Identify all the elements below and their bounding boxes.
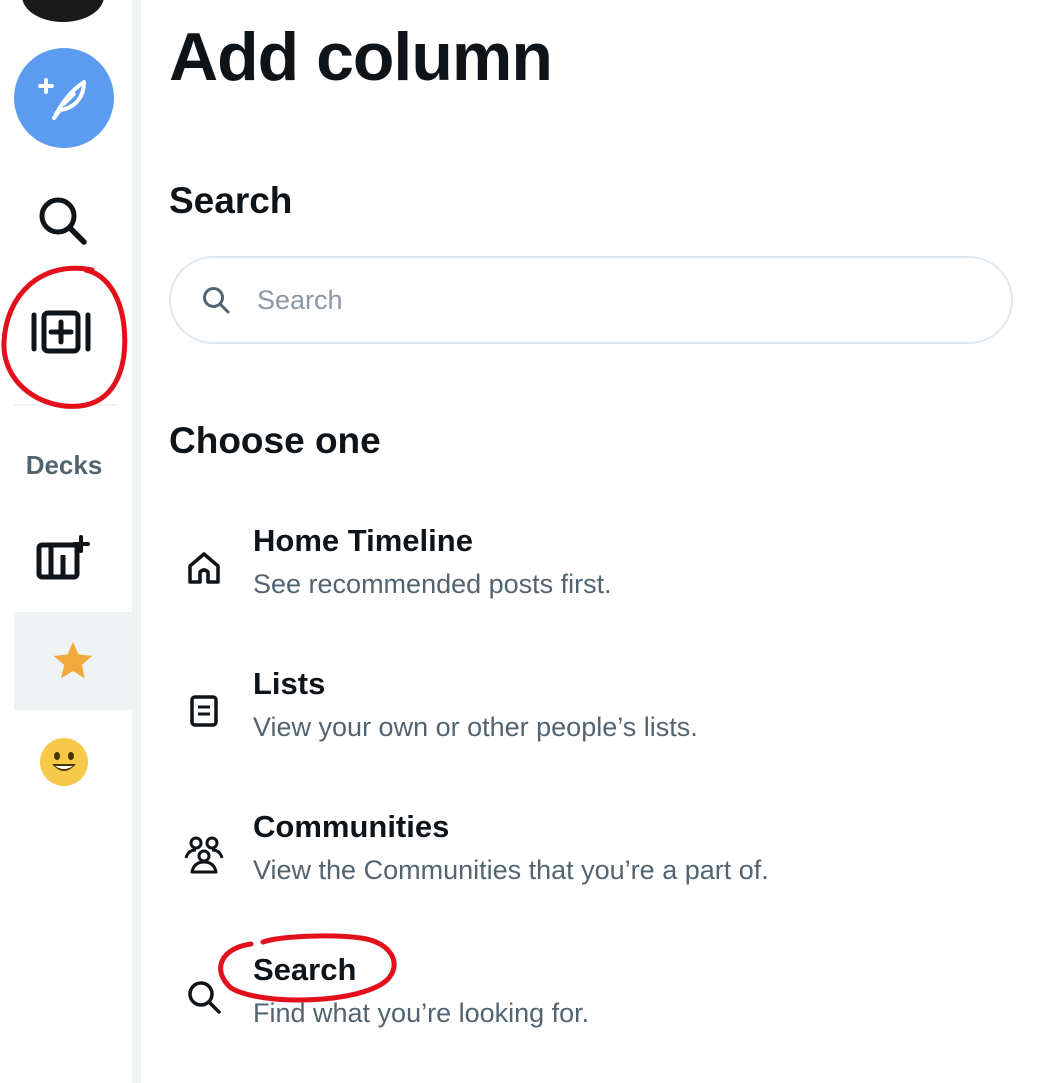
communities-icon xyxy=(181,831,227,877)
rail-add-column-button[interactable] xyxy=(26,300,100,364)
rail-search-button[interactable] xyxy=(30,188,94,252)
decks-label: Decks xyxy=(25,450,103,480)
page-title: Add column xyxy=(169,19,553,95)
search-icon xyxy=(39,197,87,245)
add-column-panel: Add column Search Choose one Home Timeli… xyxy=(141,0,1044,1083)
smiley-icon xyxy=(42,740,86,784)
home-icon xyxy=(181,545,227,591)
option-description: View the Communities that you’re a part … xyxy=(253,855,769,885)
feather-plus-icon xyxy=(38,78,86,120)
option-description: Find what you’re looking for. xyxy=(253,998,590,1028)
choose-one-title: Choose one xyxy=(169,420,381,461)
rail-border xyxy=(132,0,141,1083)
option-description: View your own or other people’s lists. xyxy=(253,712,698,742)
avatar[interactable] xyxy=(22,0,104,22)
star-icon xyxy=(53,641,93,679)
search-section-title: Search xyxy=(169,180,293,221)
search-input[interactable] xyxy=(257,284,957,316)
search-field[interactable] xyxy=(169,256,1013,344)
option-title: Home Timeline xyxy=(253,523,473,558)
app-frame: Decks Add column Search Search Choose on… xyxy=(0,0,1044,1083)
list-icon xyxy=(181,688,227,734)
option-lists[interactable]: Lists View your own or other people’s li… xyxy=(169,666,1019,776)
option-title: Search xyxy=(253,952,357,987)
option-home-timeline[interactable]: Home Timeline See recommended posts firs… xyxy=(169,523,1019,633)
option-title: Communities xyxy=(253,809,450,844)
search-icon xyxy=(181,974,227,1020)
option-search[interactable]: Search Find what you’re looking for. xyxy=(169,952,1019,1062)
favorite-deck-item[interactable] xyxy=(14,612,132,710)
option-communities[interactable]: Communities View the Communities that yo… xyxy=(169,809,1019,919)
new-deck-button[interactable] xyxy=(30,528,94,588)
add-column-icon xyxy=(31,310,91,354)
new-deck-icon xyxy=(36,535,90,580)
emoji-deck-item[interactable] xyxy=(40,738,88,786)
search-icon xyxy=(203,287,230,314)
compose-post-button[interactable] xyxy=(14,48,114,148)
left-rail: Decks xyxy=(0,0,132,1083)
option-title: Lists xyxy=(253,666,326,701)
option-description: See recommended posts first. xyxy=(253,569,612,599)
rail-divider xyxy=(14,404,118,406)
